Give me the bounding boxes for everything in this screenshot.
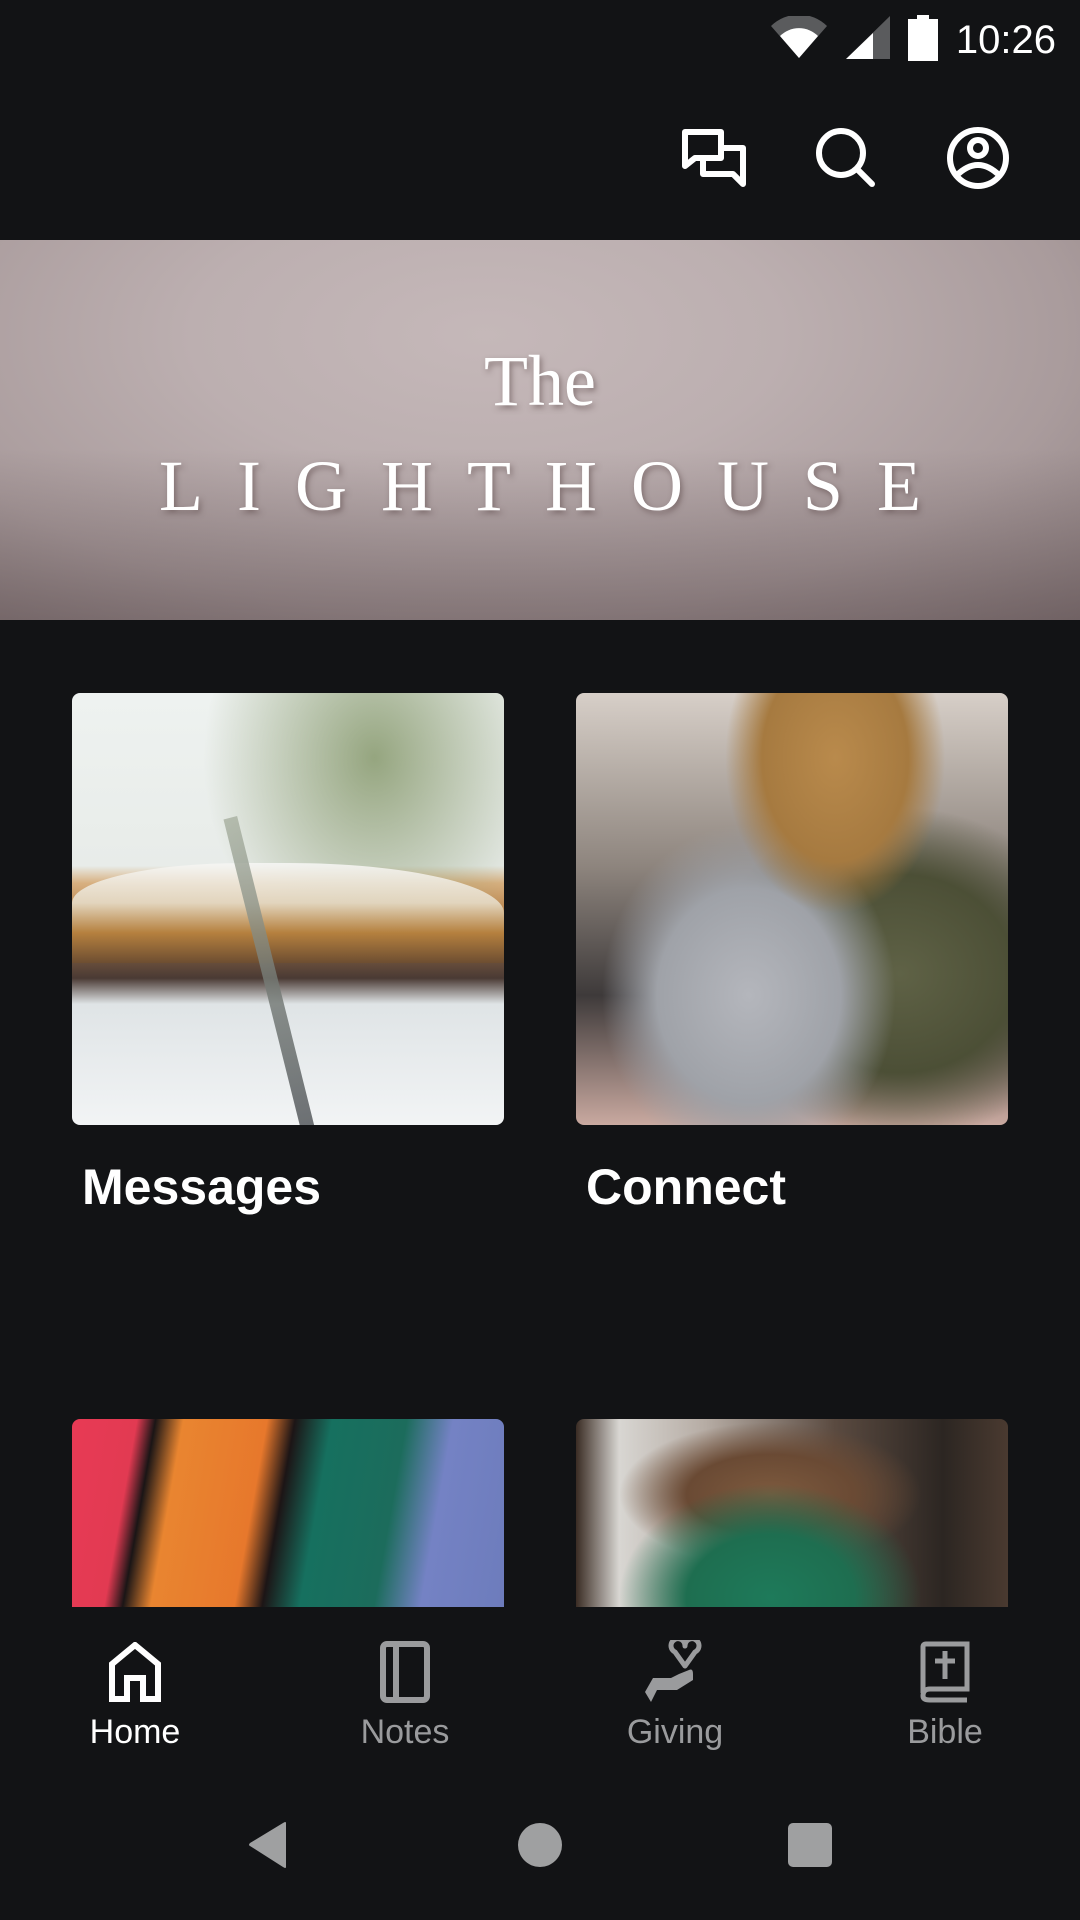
nav-label-home: Home: [89, 1713, 181, 1751]
back-icon: [246, 1820, 290, 1875]
nav-item-home[interactable]: Home: [0, 1607, 270, 1767]
giving-icon: [640, 1637, 710, 1707]
notes-icon: [370, 1637, 440, 1707]
chat-icon: [681, 128, 747, 193]
nav-label-notes: Notes: [360, 1713, 450, 1751]
bottom-nav: Home Notes Giving Bible: [0, 1607, 1080, 1767]
status-bar: 10:26: [0, 0, 1080, 80]
chat-button[interactable]: [674, 120, 754, 200]
tile-image-hands[interactable]: [72, 1419, 504, 1607]
profile-icon: [946, 126, 1010, 195]
connect-tile-label[interactable]: Connect: [586, 1158, 786, 1216]
search-icon: [814, 126, 878, 195]
system-nav-bar: [0, 1767, 1080, 1920]
app-bar: [0, 80, 1080, 240]
cellular-signal-icon: [845, 15, 890, 65]
nav-item-notes[interactable]: Notes: [270, 1607, 540, 1767]
book-graphic: [72, 863, 504, 963]
home-circle-icon: [517, 1822, 563, 1873]
nav-label-giving: Giving: [626, 1713, 724, 1751]
banner-title: LIGHTHOUSE: [159, 446, 955, 526]
messages-tile-image[interactable]: [72, 693, 504, 1125]
profile-button[interactable]: [938, 120, 1018, 200]
nav-item-bible[interactable]: Bible: [810, 1607, 1080, 1767]
recents-button[interactable]: [770, 1807, 850, 1887]
home-icon: [100, 1637, 170, 1707]
tile-image-women[interactable]: [576, 1419, 1008, 1607]
nav-item-giving[interactable]: Giving: [540, 1607, 810, 1767]
wifi-icon: [770, 14, 828, 65]
messages-tile-label[interactable]: Messages: [82, 1158, 321, 1216]
recents-icon: [787, 1822, 833, 1873]
nav-label-bible: Bible: [907, 1713, 983, 1751]
church-banner[interactable]: The LIGHTHOUSE: [0, 240, 1080, 620]
banner-the: The: [484, 341, 596, 421]
bible-icon: [910, 1637, 980, 1707]
back-button[interactable]: [228, 1807, 308, 1887]
battery-icon: [907, 14, 938, 66]
search-button[interactable]: [806, 120, 886, 200]
status-clock: 10:26: [955, 17, 1056, 62]
home-button[interactable]: [500, 1807, 580, 1887]
connect-tile-image[interactable]: [576, 693, 1008, 1125]
